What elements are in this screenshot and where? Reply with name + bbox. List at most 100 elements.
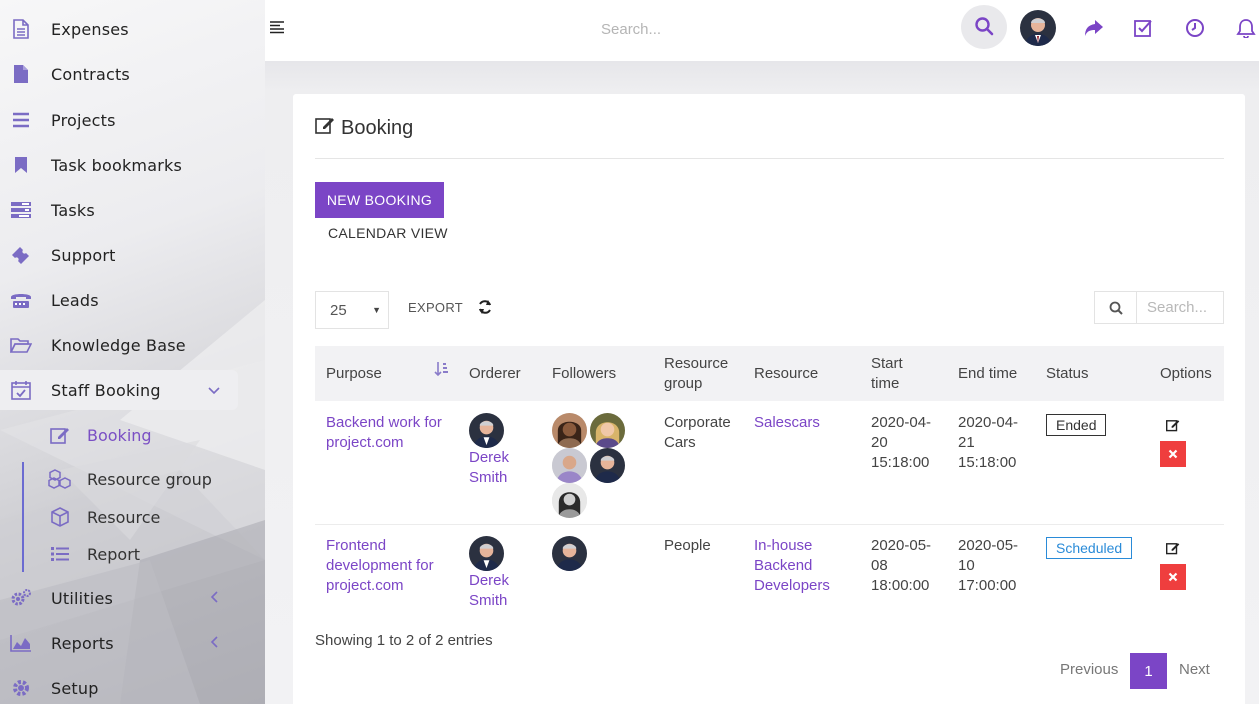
folder-open-icon — [10, 335, 32, 355]
table-header: Purpose Orderer Followers Resource group… — [315, 346, 1224, 401]
resource-link[interactable]: In-house Backend Developers — [754, 536, 854, 596]
export-button[interactable]: EXPORT — [408, 300, 463, 315]
sidebar-subitem-label: Resource group — [87, 470, 212, 489]
sidebar-subitem-resource-group[interactable]: Resource group — [0, 462, 238, 496]
sidebar-item-label: Projects — [51, 110, 116, 130]
edit-icon — [315, 116, 335, 140]
tty-icon — [10, 290, 32, 310]
close-icon — [1168, 569, 1178, 585]
calendar-view-link[interactable]: CALENDAR VIEW — [328, 225, 448, 241]
tasks-icon — [10, 200, 32, 220]
purpose-link[interactable]: Frontend development for project.com — [326, 536, 451, 596]
table-search-input[interactable] — [1137, 292, 1223, 323]
end-time-text: 2020-04-21 15:18:00 — [958, 414, 1019, 471]
clock-icon[interactable] — [1184, 17, 1206, 39]
resource-group-text: People — [664, 537, 711, 554]
caret-down-icon: ▼ — [372, 305, 381, 315]
cube-icon — [48, 507, 72, 527]
sidebar-item-tasks[interactable]: Tasks — [0, 190, 238, 230]
new-booking-button[interactable]: NEW BOOKING — [315, 182, 444, 218]
menu-toggle-icon[interactable] — [269, 20, 285, 34]
task-check-icon[interactable] — [1133, 17, 1155, 39]
page-title: Booking — [315, 116, 413, 140]
follower-avatar[interactable] — [552, 536, 587, 571]
sidebar-subitem-label: Resource — [87, 508, 161, 527]
global-search-input[interactable] — [601, 18, 941, 40]
sidebar-subitem-resource[interactable]: Resource — [0, 500, 238, 534]
edit-icon — [48, 425, 72, 445]
purpose-link[interactable]: Backend work for project.com — [326, 413, 451, 453]
pagination-next[interactable]: Next — [1179, 661, 1210, 678]
chevron-left-icon — [210, 635, 220, 651]
sidebar-item-label: Knowledge Base — [51, 335, 186, 355]
sidebar-item-leads[interactable]: Leads — [0, 280, 238, 320]
sidebar-item-label: Reports — [51, 633, 114, 653]
column-header-status[interactable]: Status — [1046, 346, 1126, 401]
sidebar-subitem-label: Booking — [87, 426, 152, 445]
orderer-avatar[interactable] — [469, 536, 504, 571]
sidebar: Expenses Contracts Projects Task bookmar… — [0, 0, 265, 704]
search-icon — [974, 16, 994, 39]
file-text-icon — [10, 19, 32, 39]
sidebar-subitem-booking[interactable]: Booking — [0, 418, 238, 452]
edit-icon[interactable] — [1166, 541, 1180, 555]
start-time-text: 2020-04-20 15:18:00 — [871, 414, 932, 471]
follower-avatar[interactable] — [590, 413, 625, 448]
column-header-start-time[interactable]: Start time — [871, 346, 931, 401]
delete-button[interactable] — [1160, 564, 1186, 590]
column-header-resource[interactable]: Resource — [754, 346, 854, 401]
sidebar-item-contracts[interactable]: Contracts — [0, 54, 238, 94]
global-search-button[interactable] — [961, 5, 1007, 49]
orderer-name-link[interactable]: Derek Smith — [469, 448, 529, 488]
page-length-select[interactable]: 25 ▼ — [315, 291, 389, 329]
column-header-orderer[interactable]: Orderer — [469, 346, 539, 401]
resource-link[interactable]: Salescars — [754, 413, 854, 433]
sidebar-item-task-bookmarks[interactable]: Task bookmarks — [0, 145, 238, 185]
page-title-text: Booking — [341, 116, 414, 139]
sidebar-item-support[interactable]: Support — [0, 235, 238, 275]
status-badge: Scheduled — [1046, 537, 1133, 559]
sidebar-item-knowledge-base[interactable]: Knowledge Base — [0, 325, 238, 365]
sidebar-item-utilities[interactable]: Utilities — [0, 578, 238, 618]
sidebar-item-label: Tasks — [51, 200, 95, 220]
sidebar-item-setup[interactable]: Setup — [0, 668, 238, 704]
cubes-icon — [48, 469, 72, 489]
sidebar-item-label: Utilities — [51, 588, 114, 608]
cogs-icon — [10, 588, 32, 608]
column-header-end-time[interactable]: End time — [958, 346, 1038, 401]
orderer-name-link[interactable]: Derek Smith — [469, 571, 529, 611]
column-header-resource-group[interactable]: Resource group — [664, 346, 744, 401]
delete-button[interactable] — [1160, 441, 1186, 467]
share-icon[interactable] — [1083, 17, 1105, 39]
sidebar-item-label: Support — [51, 245, 116, 265]
follower-avatar[interactable] — [552, 413, 587, 448]
search-icon — [1095, 292, 1137, 323]
bell-icon[interactable] — [1235, 17, 1257, 39]
file-icon — [10, 64, 32, 84]
chevron-left-icon — [210, 590, 220, 606]
divider — [315, 158, 1224, 159]
sort-icon[interactable] — [434, 361, 450, 380]
bookmark-icon — [10, 155, 32, 175]
pagination-previous[interactable]: Previous — [1060, 661, 1118, 678]
user-avatar[interactable] — [1020, 10, 1056, 46]
follower-avatar[interactable] — [552, 448, 587, 483]
column-header-options: Options — [1160, 364, 1212, 382]
row-divider — [315, 524, 1224, 525]
orderer-avatar[interactable] — [469, 413, 504, 448]
follower-avatar[interactable] — [590, 448, 625, 483]
sidebar-subitem-report[interactable]: Report — [0, 537, 238, 571]
sidebar-item-reports[interactable]: Reports — [0, 623, 238, 663]
follower-avatar[interactable] — [552, 483, 587, 518]
calendar-check-icon — [10, 380, 32, 400]
pagination-page-1[interactable]: 1 — [1130, 653, 1167, 689]
column-header-purpose[interactable]: Purpose — [326, 346, 446, 401]
column-header-followers[interactable]: Followers — [552, 346, 652, 401]
table-search — [1094, 291, 1224, 324]
sidebar-item-projects[interactable]: Projects — [0, 100, 238, 140]
refresh-icon[interactable] — [477, 299, 493, 315]
close-icon — [1168, 446, 1178, 462]
sidebar-item-expenses[interactable]: Expenses — [0, 9, 238, 49]
edit-icon[interactable] — [1166, 418, 1180, 432]
sidebar-item-staff-booking[interactable]: Staff Booking — [0, 370, 238, 410]
